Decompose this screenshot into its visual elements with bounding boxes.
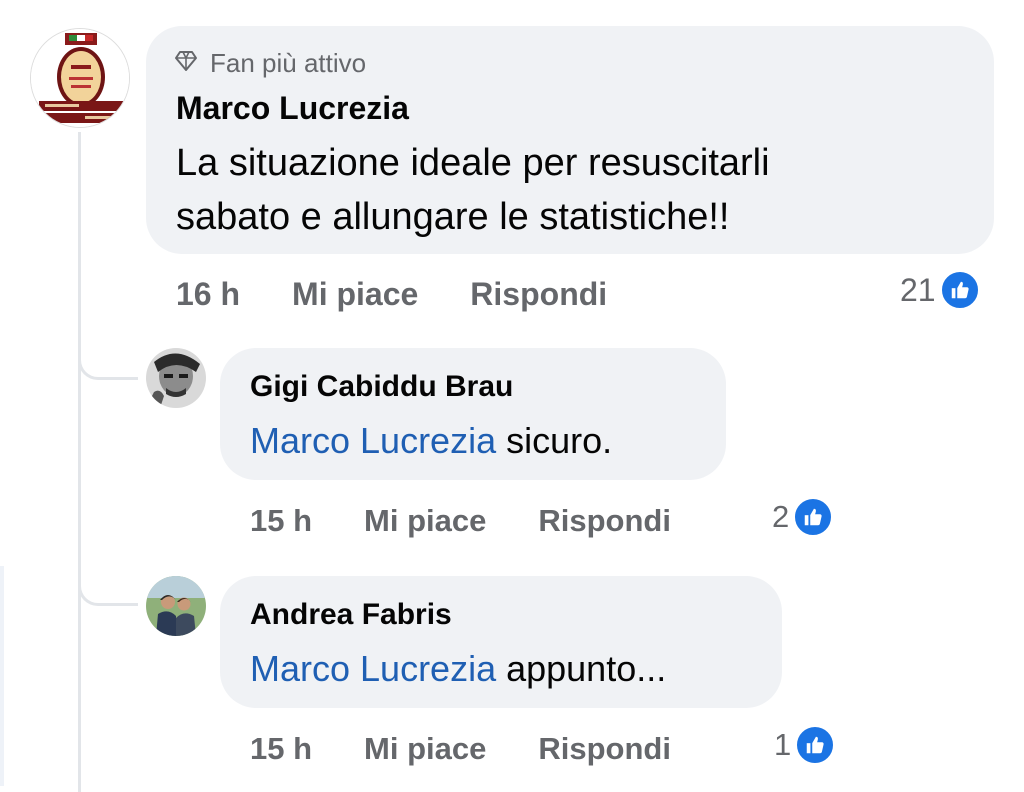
page-avatar[interactable] [30,28,130,128]
comment-author[interactable]: Marco Lucrezia [176,90,409,127]
like-button[interactable]: Mi piace [292,276,418,313]
reply-1-text-body: sicuro. [496,420,613,461]
thread-connector-1 [78,352,138,380]
reply-2-text: Marco Lucrezia appunto... [250,648,666,690]
reply-1-reactions[interactable]: 2 [772,497,834,537]
reply-2-mention-link[interactable]: Marco Lucrezia [250,648,496,689]
reply-2-reply-button[interactable]: Rispondi [538,731,671,767]
reply-2-like-button[interactable]: Mi piace [364,731,486,767]
reply-1-time[interactable]: 15 h [250,503,312,539]
diamond-icon [174,48,198,79]
comment-actions: 16 h Mi piace Rispondi [176,276,607,313]
left-edge-highlight [0,566,4,786]
reaction-count: 21 [900,271,936,308]
thread-line [78,132,81,792]
like-reaction-icon [795,725,836,765]
reply-2-reactions[interactable]: 1 [774,725,836,765]
comment-text-line-2: sabato e allungare le statistiche!! [176,196,730,238]
reply-1-avatar[interactable] [146,348,206,408]
comment-time[interactable]: 16 h [176,276,240,313]
comment-reactions[interactable]: 21 [900,270,980,310]
comment-text-line-1: La situazione ideale per resuscitarli [176,142,770,184]
reply-1-reaction-count: 2 [772,499,790,534]
reply-2-reaction-count: 1 [774,727,792,762]
thread-connector-2 [78,578,138,606]
like-reaction-icon [793,497,834,537]
like-reaction-icon [939,270,980,310]
reply-1-like-button[interactable]: Mi piace [364,503,486,539]
badge-label: Fan più attivo [210,48,367,78]
reply-2-text-body: appunto... [496,648,667,689]
reply-button[interactable]: Rispondi [470,276,607,313]
reply-2-actions: 15 h Mi piace Rispondi [250,731,671,767]
reply-2-avatar[interactable] [146,576,206,636]
reply-1-mention-link[interactable]: Marco Lucrezia [250,420,496,461]
reply-1-actions: 15 h Mi piace Rispondi [250,503,671,539]
reply-1-text: Marco Lucrezia sicuro. [250,420,612,462]
reply-1-bubble: Gigi Cabiddu Brau Marco Lucrezia sicuro. [220,348,726,480]
reply-1-reply-button[interactable]: Rispondi [538,503,671,539]
top-fan-badge: Fan più attivo [174,48,366,79]
comment-bubble: Fan più attivo Marco Lucrezia La situazi… [146,26,994,254]
reply-1-author[interactable]: Gigi Cabiddu Brau [250,370,513,404]
reply-2-bubble: Andrea Fabris Marco Lucrezia appunto... [220,576,782,708]
reply-2-time[interactable]: 15 h [250,731,312,767]
reply-2-author[interactable]: Andrea Fabris [250,598,452,632]
